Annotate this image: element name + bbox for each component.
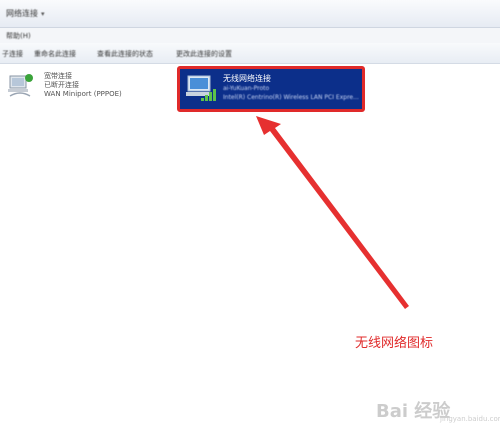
baidu-watermark: Bai 经验 jingyan.baidu.com [376, 391, 500, 425]
watermark-sub: jingyan.baidu.com [440, 415, 500, 423]
annotation-arrow [256, 116, 409, 309]
annotation-label: 无线网络图标 [355, 336, 434, 351]
